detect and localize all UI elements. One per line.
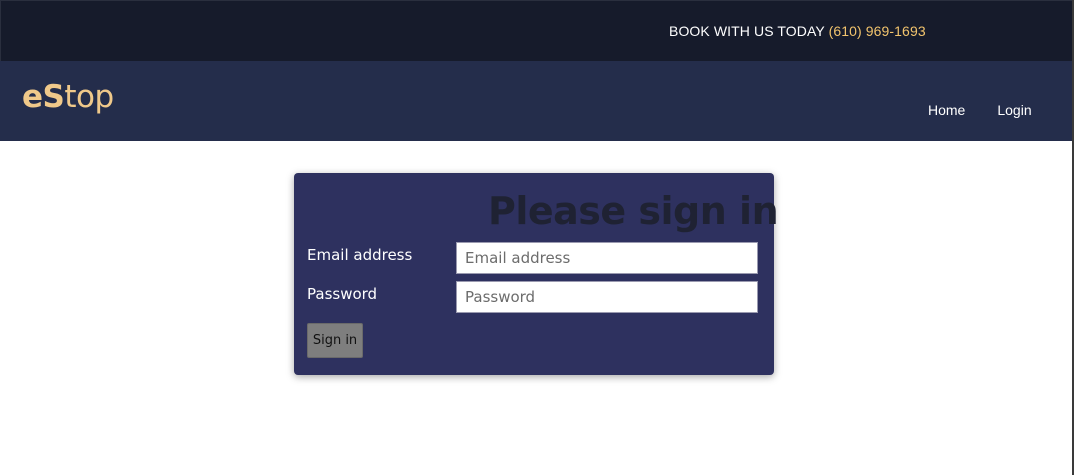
nav-link-home[interactable]: Home [928,102,965,118]
phone-number-link[interactable]: (610) 969-1693 [829,23,926,39]
booking-text: BOOK WITH US TODAY [669,23,825,39]
brand-logo-rest: top [64,79,114,115]
booking-banner: BOOK WITH US TODAY (610) 969-1693 [669,23,926,39]
signin-heading: Please sign in [488,189,779,233]
signin-form: Please sign in Email address Password Si… [294,173,779,375]
brand-logo[interactable]: eStop [22,79,114,115]
main-navbar: eStop Home Login [0,61,1072,141]
top-info-bar: BOOK WITH US TODAY (610) 969-1693 [0,0,1073,61]
nav-links: Home Login [928,102,1032,118]
nav-link-login[interactable]: Login [997,102,1031,118]
email-field[interactable] [456,242,758,274]
brand-logo-strong: eS [22,79,65,115]
password-field[interactable] [456,281,758,313]
email-label: Email address [307,246,413,264]
sign-in-button[interactable]: Sign in [307,323,363,358]
password-label: Password [307,285,378,303]
